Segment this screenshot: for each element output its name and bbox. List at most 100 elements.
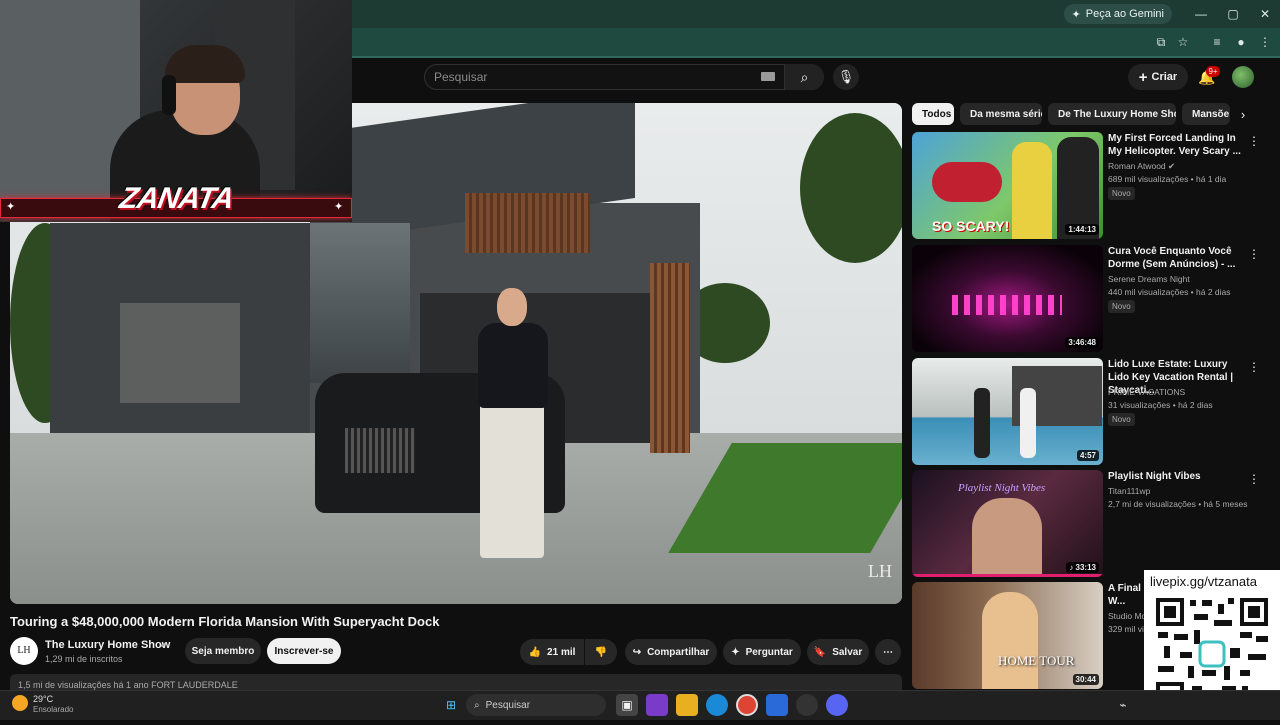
person-shape (982, 592, 1038, 689)
browser-menu-icon[interactable]: ⋮ (1256, 33, 1274, 51)
discord-icon[interactable] (826, 694, 848, 716)
playlist-strip (912, 574, 1103, 577)
thumbnail-text: HOME TOUR (998, 653, 1075, 668)
recommendation-channel: Studio Mc... (1108, 611, 1144, 621)
chip-same-series[interactable]: Da mesma série (960, 103, 1042, 125)
store-icon[interactable] (766, 694, 788, 716)
chevron-right-icon[interactable]: › (1232, 104, 1254, 126)
video-thumbnail[interactable]: Playlist Night Vibes ♪ 33:13 (912, 470, 1103, 577)
media-controls-icon[interactable]: ≡ (1208, 33, 1226, 51)
chip-all[interactable]: Todos (912, 103, 954, 125)
people-shape (972, 498, 1042, 577)
more-options-icon[interactable]: ⋮ (1248, 472, 1260, 486)
more-options-icon[interactable]: ⋮ (1248, 247, 1260, 261)
description-box[interactable]: 1,5 mi de visualizações há 1 ano FORT LA… (10, 674, 902, 690)
recommendation-title[interactable]: My First Forced Landing In My Helicopter… (1108, 132, 1244, 158)
taskbar-search-label: Pesquisar (485, 699, 531, 711)
sparkle-icon: ✦ (334, 201, 344, 213)
streamer-name: ZANATA (117, 182, 236, 215)
video-thumbnail[interactable]: SO SCARY! 1:44:13 (912, 132, 1103, 239)
duration-badge: 1:44:13 (1065, 224, 1099, 235)
like-button[interactable]: 👍 21 mil (520, 639, 584, 665)
voice-search-button[interactable]: 🎙 (833, 64, 859, 90)
recommendation-item[interactable]: Playlist Night Vibes ♪ 33:13 Playlist Ni… (912, 470, 1272, 578)
edge-icon[interactable] (706, 694, 728, 716)
weather-description[interactable]: Ensolarado (33, 705, 73, 714)
video-frame-person-head (497, 288, 527, 326)
recommendation-meta: 31 visualizações • há 2 dias (1108, 400, 1213, 410)
video-thumbnail[interactable]: HOME TOUR 30:44 (912, 582, 1103, 689)
visualizer-shape (952, 295, 1062, 315)
duration-badge: 30:44 (1072, 674, 1099, 685)
recommendation-item[interactable]: 3:46:48 Cura Você Enquanto Você Dorme (S… (912, 245, 1272, 353)
weather-temperature[interactable]: 29°C (33, 694, 53, 704)
windows-start-icon[interactable]: ⊞ (440, 694, 462, 716)
keyboard-icon[interactable] (761, 72, 775, 81)
video-frame-wood-panel (465, 193, 590, 253)
thumbnail-text: SO SCARY! (932, 218, 1010, 234)
bookmark-icon: 🔖 (813, 646, 827, 658)
video-thumbnail[interactable]: 3:46:48 (912, 245, 1103, 352)
channel-name[interactable]: The Luxury Home Show (45, 639, 170, 651)
more-options-icon[interactable]: ⋮ (1248, 360, 1260, 374)
more-actions-button[interactable]: ⋯ (875, 639, 901, 665)
recommendation-title[interactable]: Cura Você Enquanto Você Dorme (Sem Anúnc… (1108, 245, 1244, 271)
close-window-button[interactable]: ✕ (1254, 4, 1276, 24)
recommendation-title[interactable]: A Final W... Oxford R... (1108, 582, 1148, 608)
recommendation-meta: 440 mil visualizações • há 2 dias (1108, 287, 1231, 297)
dislike-button[interactable]: 👎 (585, 639, 617, 665)
video-thumbnail[interactable]: 4:57 (912, 358, 1103, 465)
channel-avatar[interactable]: LH (10, 637, 38, 665)
join-button[interactable]: Seja membro (185, 638, 261, 664)
obs-icon[interactable] (796, 694, 818, 716)
recommendation-title[interactable]: Playlist Night Vibes (1108, 470, 1244, 483)
channel-watermark: LH (868, 561, 892, 581)
network-icon[interactable]: ⌁ (1112, 694, 1134, 716)
video-frame-stone-wall (120, 303, 240, 403)
file-explorer-icon[interactable] (676, 694, 698, 716)
weather-icon[interactable] (12, 695, 28, 711)
recommendation-item[interactable]: SO SCARY! 1:44:13 My First Forced Landin… (912, 132, 1272, 240)
recommendation-item[interactable]: 4:57 Lido Luxe Estate: Luxury Lido Key V… (912, 358, 1272, 466)
search-button[interactable]: ⌕ (784, 64, 824, 90)
duration-badge: 3:46:48 (1065, 337, 1099, 348)
share-button[interactable]: ↪ Compartilhar (625, 639, 717, 665)
task-view-icon[interactable]: ▣ (616, 694, 638, 716)
recommendation-channel: Roman Atwood ✔ (1108, 161, 1176, 171)
headphones-icon (162, 75, 176, 115)
gemini-icon: ✦ (1071, 8, 1081, 21)
minimize-button[interactable]: — (1190, 4, 1212, 24)
recommendation-channel: Serene Dreams Night (1108, 274, 1190, 284)
video-frame-car-grille (345, 428, 415, 473)
sparkle-icon: ✦ (6, 201, 16, 213)
thumbnail-text: Playlist Night Vibes (958, 482, 1046, 494)
taskbar-search[interactable]: ⌕ Pesquisar (466, 694, 606, 716)
search-icon: ⌕ (800, 69, 809, 85)
video-frame-glass (310, 223, 410, 383)
profile-avatar-icon[interactable]: ● (1232, 33, 1250, 51)
share-icon: ↪ (632, 646, 642, 658)
create-button[interactable]: + Criar (1128, 64, 1188, 90)
new-badge: Novo (1108, 300, 1135, 313)
maximize-button[interactable]: ▢ (1222, 4, 1244, 24)
ask-label: Perguntar (745, 646, 793, 658)
more-options-icon[interactable]: ⋮ (1248, 134, 1260, 148)
ask-button[interactable]: ✦ Perguntar (723, 639, 801, 665)
save-label: Salvar (832, 646, 863, 658)
bookmark-star-icon[interactable]: ☆ (1174, 33, 1192, 51)
subscribe-button[interactable]: Inscrever-se (267, 638, 341, 664)
account-avatar[interactable] (1232, 66, 1254, 88)
copilot-icon[interactable] (646, 694, 668, 716)
chip-mansions[interactable]: Mansõe (1182, 103, 1230, 125)
chip-from-channel[interactable]: De The Luxury Home Show (1048, 103, 1176, 125)
gemini-button[interactable]: ✦ Peça ao Gemini (1063, 4, 1172, 24)
chrome-icon[interactable] (736, 694, 758, 716)
more-icon: ⋯ (883, 646, 893, 658)
duration-badge: 4:57 (1076, 450, 1099, 461)
save-button[interactable]: 🔖 Salvar (807, 639, 869, 665)
search-icon: ⌕ (474, 699, 480, 711)
install-app-icon[interactable]: ⧉ (1152, 33, 1170, 51)
verified-icon: ✔ (1168, 161, 1176, 171)
person-shape (974, 388, 990, 458)
person-shape (1020, 388, 1036, 458)
